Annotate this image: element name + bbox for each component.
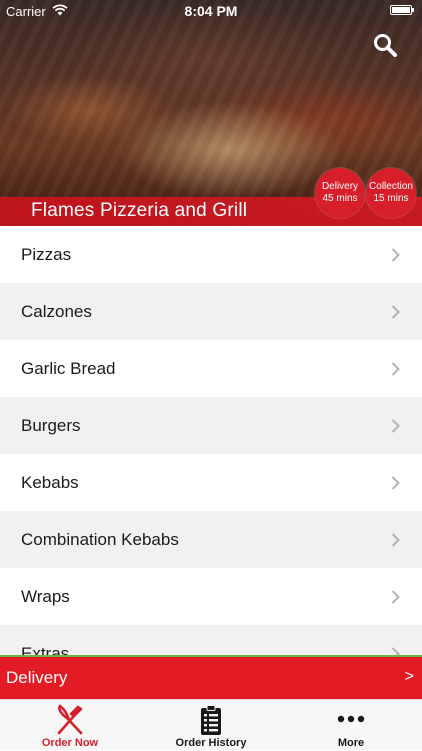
menu-item-label: Combination Kebabs (21, 530, 179, 549)
chevron-right-icon (391, 533, 400, 547)
battery-icon (390, 5, 414, 15)
tab-more[interactable]: More (281, 700, 421, 751)
menu-item-label: Pizzas (21, 245, 72, 264)
menu-item-extras[interactable]: Extras (0, 625, 422, 658)
delivery-time-badge: Delivery 45 mins (315, 168, 365, 218)
menu-item-label: Burgers (21, 416, 81, 435)
status-bar: Carrier 8:04 PM (0, 0, 422, 22)
menu-item-label: Kebabs (21, 473, 79, 492)
tab-label: Order Now (41, 737, 99, 749)
delivery-mode-button[interactable]: Delivery > (0, 657, 422, 699)
menu-item-burgers[interactable]: Burgers (0, 397, 422, 454)
delivery-badge-time: 45 mins (322, 193, 358, 204)
menu-category-list[interactable]: Pizzas Calzones Garlic Bread Burgers Keb… (0, 226, 422, 658)
menu-item-kebabs[interactable]: Kebabs (0, 454, 422, 511)
tab-order-now[interactable]: Order Now (0, 700, 140, 751)
fork-knife-icon (57, 704, 83, 735)
tab-bar: Order Now Order History More (0, 699, 422, 750)
tab-label: Order History (175, 737, 247, 749)
delivery-badge-label: Delivery (321, 181, 359, 192)
menu-item-wraps[interactable]: Wraps (0, 568, 422, 625)
menu-item-label: Garlic Bread (21, 359, 116, 378)
restaurant-name: Flames Pizzeria and Grill (31, 200, 248, 221)
menu-item-calzones[interactable]: Calzones (0, 283, 422, 340)
search-button[interactable] (372, 32, 398, 58)
collection-badge-time: 15 mins (373, 193, 409, 204)
tab-label: More (337, 737, 365, 749)
status-time: 8:04 PM (184, 3, 238, 19)
menu-item-combination-kebabs[interactable]: Combination Kebabs (0, 511, 422, 568)
collection-time-badge: Collection 15 mins (366, 168, 416, 218)
clipboard-list-icon (201, 705, 221, 735)
menu-item-pizzas[interactable]: Pizzas (0, 226, 422, 283)
chevron-right-icon (391, 476, 400, 490)
chevron-right-icon (391, 362, 400, 376)
menu-item-label: Wraps (21, 587, 70, 606)
chevron-right-icon (391, 305, 400, 319)
chevron-right-icon (391, 590, 400, 604)
tab-order-history[interactable]: Order History (141, 700, 281, 751)
menu-item-garlic-bread[interactable]: Garlic Bread (0, 340, 422, 397)
delivery-mode-label: Delivery (6, 668, 68, 687)
delivery-arrow-icon: > (404, 668, 414, 685)
collection-badge-label: Collection (369, 181, 413, 192)
more-dots-icon (337, 715, 365, 723)
search-icon (374, 34, 397, 57)
chevron-right-icon (391, 248, 400, 262)
menu-item-label: Calzones (21, 302, 92, 321)
chevron-right-icon (391, 419, 400, 433)
